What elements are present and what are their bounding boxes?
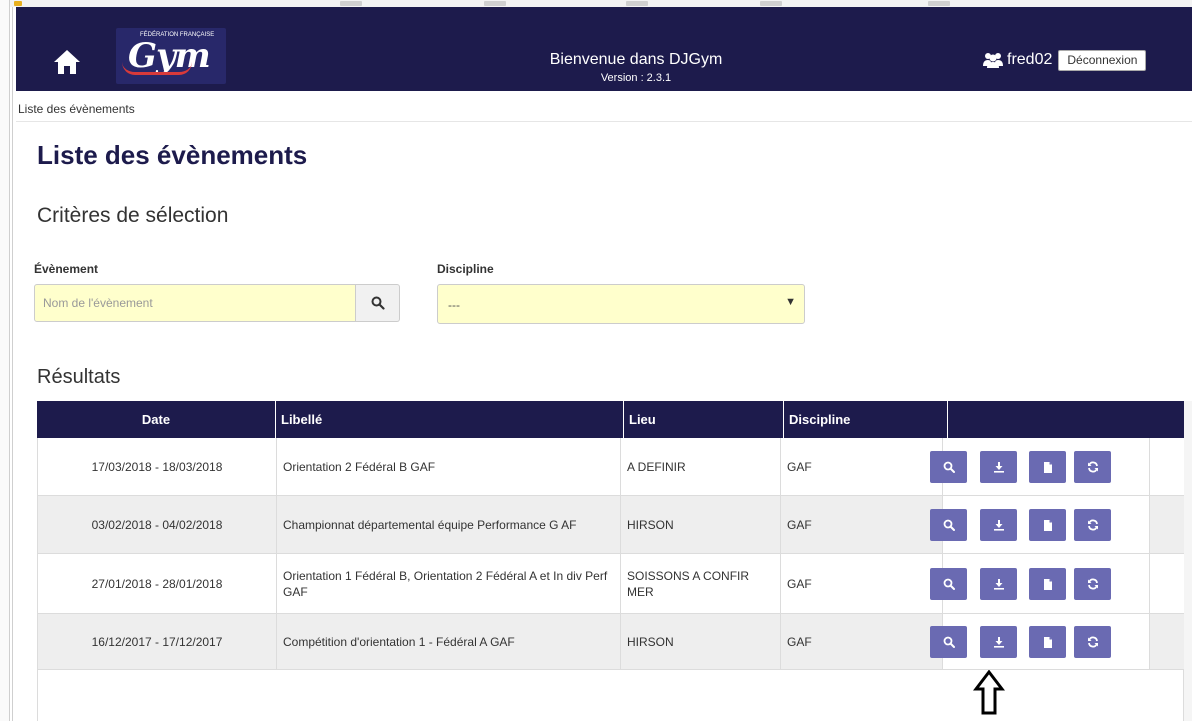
refresh-button[interactable] <box>1074 509 1111 541</box>
search-icon <box>943 461 955 473</box>
bookmark-item[interactable] <box>760 1 782 6</box>
download-icon <box>993 578 1005 590</box>
top-navbar: FÉDÉRATION FRANÇAISE Gym Bienvenue dans … <box>16 7 1192 91</box>
scrollbar[interactable] <box>1184 401 1192 721</box>
document-button[interactable] <box>1029 626 1066 658</box>
column-header-label[interactable]: Libellé <box>275 401 623 438</box>
bookmark-item[interactable] <box>928 1 950 6</box>
arrow-up-icon <box>973 670 1005 715</box>
discipline-select[interactable]: --- ▼ <box>437 284 805 324</box>
search-icon <box>371 296 385 310</box>
download-button[interactable] <box>980 509 1017 541</box>
table-row: 17/03/2018 - 18/03/2018 Orientation 2 Féd… <box>37 438 1184 496</box>
app-version: Version : 2.3.1 <box>600 72 672 84</box>
chevron-down-icon: ▼ <box>785 296 796 308</box>
breadcrumb[interactable]: Liste des évènements <box>18 102 135 116</box>
document-button[interactable] <box>1029 451 1066 483</box>
cell-date: 03/02/2018 - 04/02/2018 <box>91 517 223 532</box>
user-area: fred02 Déconnexion <box>982 49 1147 71</box>
search-icon <box>943 578 955 590</box>
document-icon <box>1042 461 1054 474</box>
download-icon <box>993 461 1005 473</box>
username: fred02 <box>1007 51 1053 68</box>
table-row: 27/01/2018 - 28/01/2018 Orientation 1 Féd… <box>37 554 1184 614</box>
bookmarks-bar <box>0 0 1192 7</box>
column-header-place[interactable]: Lieu <box>623 401 783 438</box>
logout-button[interactable]: Déconnexion <box>1058 49 1147 71</box>
cell-place: HIRSON <box>620 614 780 669</box>
cell-date: 27/01/2018 - 28/01/2018 <box>91 576 223 591</box>
cell-date: 17/03/2018 - 18/03/2018 <box>91 459 223 474</box>
refresh-icon <box>1087 578 1099 590</box>
search-icon <box>943 519 955 531</box>
table-empty-area <box>37 670 1184 721</box>
view-button[interactable] <box>930 568 967 600</box>
discipline-select-value: --- <box>448 298 460 312</box>
apps-icon[interactable] <box>14 1 22 6</box>
view-button[interactable] <box>930 626 967 658</box>
column-header-discipline[interactable]: Discipline <box>783 401 947 438</box>
refresh-button[interactable] <box>1074 568 1111 600</box>
refresh-icon <box>1087 461 1099 473</box>
window-edge <box>0 0 10 721</box>
cell-label: Orientation 1 Fédéral B, Orientation 2 F… <box>276 554 620 613</box>
bookmark-item[interactable] <box>626 1 648 6</box>
cell-place: SOISSONS A CONFIR MER <box>620 554 780 613</box>
download-button[interactable] <box>980 568 1017 600</box>
cell-discipline: GAF <box>780 614 942 669</box>
event-search-button[interactable] <box>356 284 400 322</box>
column-header-date[interactable]: Date <box>37 401 275 438</box>
search-icon <box>943 636 955 648</box>
window-border <box>12 7 13 721</box>
document-icon <box>1042 578 1054 591</box>
results-title: Résultats <box>37 366 121 388</box>
download-button[interactable] <box>980 451 1017 483</box>
column-header-actions <box>947 401 1184 438</box>
cell-discipline: GAF <box>780 554 942 613</box>
users-icon <box>983 53 1003 68</box>
cell-discipline: GAF <box>780 496 942 553</box>
refresh-icon <box>1087 519 1099 531</box>
table-header: Date Libellé Lieu Discipline <box>37 401 1184 438</box>
cell-label: Compétition d'orientation 1 - Fédéral A … <box>276 614 620 669</box>
cell-label: Championnat départemental équipe Perform… <box>276 496 620 553</box>
bookmark-item[interactable] <box>340 1 362 6</box>
document-button[interactable] <box>1029 568 1066 600</box>
criteria-title: Critères de sélection <box>37 204 229 227</box>
row-actions <box>930 614 1150 669</box>
download-icon <box>993 636 1005 648</box>
cell-label: Orientation 2 Fédéral B GAF <box>276 438 620 495</box>
cell-discipline: GAF <box>780 438 942 495</box>
view-button[interactable] <box>930 451 967 483</box>
cell-place: A DEFINIR <box>620 438 780 495</box>
event-label: Évènement <box>34 262 99 276</box>
download-button[interactable] <box>980 626 1017 658</box>
cell-date: 16/12/2017 - 17/12/2017 <box>91 634 223 649</box>
bookmark-item[interactable] <box>484 1 506 6</box>
discipline-label: Discipline <box>437 262 494 276</box>
refresh-button[interactable] <box>1074 626 1111 658</box>
refresh-icon <box>1087 636 1099 648</box>
refresh-button[interactable] <box>1074 451 1111 483</box>
table-row: 03/02/2018 - 04/02/2018 Championnat dépar… <box>37 496 1184 554</box>
document-button[interactable] <box>1029 509 1066 541</box>
document-icon <box>1042 636 1054 649</box>
row-actions <box>930 496 1150 553</box>
row-actions <box>930 438 1150 495</box>
row-actions <box>930 554 1150 613</box>
page-title: Liste des évènements <box>37 140 308 170</box>
events-table: Date Libellé Lieu Discipline <box>37 401 1184 438</box>
download-icon <box>993 519 1005 531</box>
view-button[interactable] <box>930 509 967 541</box>
divider <box>16 121 1192 122</box>
cell-place: HIRSON <box>620 496 780 553</box>
document-icon <box>1042 519 1054 532</box>
table-row: 16/12/2017 - 17/12/2017 Compétition d'ori… <box>37 614 1184 670</box>
event-search-input[interactable] <box>34 284 356 322</box>
